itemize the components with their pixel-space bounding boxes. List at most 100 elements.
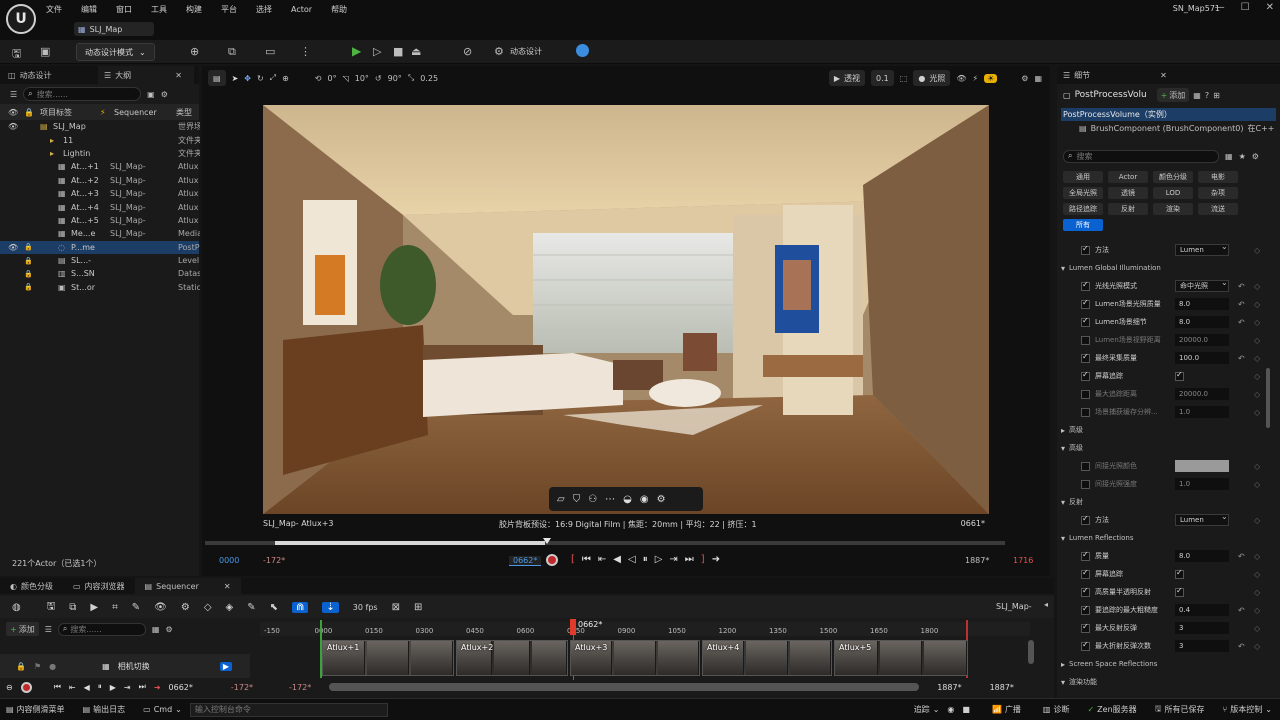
category-button[interactable]: 反射: [1108, 203, 1148, 215]
add-track-button[interactable]: + 添加: [6, 622, 39, 636]
reset-icon[interactable]: ↶: [1238, 606, 1245, 615]
view-end[interactable]: 1887*: [990, 683, 1014, 692]
speed-icon[interactable]: ⤡: [408, 73, 414, 83]
keyframe-icon[interactable]: ◇: [1254, 336, 1260, 345]
category-button[interactable]: 流送: [1198, 203, 1238, 215]
play-reverse-icon[interactable]: ◁: [628, 554, 636, 565]
details-search[interactable]: ⌕ 搜索: [1063, 149, 1219, 163]
fov-icon[interactable]: ↺: [375, 74, 382, 83]
timeline-ruler[interactable]: -150000001500300045006000750090010501200…: [260, 622, 1030, 636]
category-button[interactable]: 电影: [1198, 171, 1238, 183]
filter-icon[interactable]: ☰: [45, 625, 52, 634]
working-start[interactable]: -172*: [289, 683, 311, 692]
stop-icon[interactable]: ■: [962, 705, 970, 714]
outliner-row[interactable]: ▦ At...+4 SLJ_Map- Atlux: [0, 200, 199, 213]
angle-icon[interactable]: ◹: [343, 74, 349, 83]
range-end[interactable]: 1887*: [965, 556, 989, 565]
track-search[interactable]: ⌕ 搜索......: [57, 622, 146, 636]
mode-dropdown[interactable]: 动态设计模式 ⌄: [76, 43, 155, 61]
reset-icon[interactable]: ↶: [1238, 642, 1245, 651]
settings-icon[interactable]: ⚙: [161, 90, 168, 99]
select-icon[interactable]: ➤: [232, 74, 239, 83]
menu-file[interactable]: 文件: [46, 4, 62, 15]
property-value[interactable]: 20000.0: [1175, 334, 1229, 346]
lock-icon[interactable]: 🔒: [24, 270, 33, 278]
add-actor-icon[interactable]: ⊕: [190, 45, 199, 58]
override-checkbox[interactable]: [1081, 514, 1090, 525]
property-value[interactable]: 1.0: [1175, 478, 1229, 490]
minimize-icon[interactable]: —: [1215, 2, 1225, 13]
playback-icon[interactable]: ⚙: [181, 602, 190, 613]
dynamic-design-icon[interactable]: ⚙: [494, 45, 504, 58]
cinematics-icon[interactable]: ▭: [265, 45, 275, 58]
category-button[interactable]: 所有: [1063, 219, 1103, 231]
blueprint-icon[interactable]: ▦: [1193, 91, 1201, 100]
timeline-scrollbar[interactable]: [329, 683, 920, 691]
override-checkbox[interactable]: [1081, 461, 1090, 471]
keyframe-icon[interactable]: ◇: [1254, 552, 1260, 561]
diagnostics-button[interactable]: ▥ 诊断: [1043, 704, 1070, 715]
layout-icon[interactable]: ▦: [1034, 74, 1042, 83]
scene-render[interactable]: ▱ ⛉ ⚇ ⋯ ◒ ◉ ⚙: [263, 105, 989, 514]
visibility-icon[interactable]: 👁: [8, 122, 18, 131]
record-icon[interactable]: [546, 554, 558, 566]
keyframe-icon[interactable]: ◇: [1254, 390, 1260, 399]
category-button[interactable]: 通用: [1063, 171, 1103, 183]
snap-frames-icon[interactable]: ⇣: [322, 601, 339, 613]
outliner-row[interactable]: ▦ At...+2 SLJ_Map- Atlux: [0, 174, 199, 187]
outliner-row[interactable]: ▦ At...+5 SLJ_Map- Atlux: [0, 214, 199, 227]
property-checkbox[interactable]: [1175, 370, 1184, 381]
range-start[interactable]: 0000: [219, 556, 239, 565]
outliner-search[interactable]: ⌕ 搜索......: [23, 87, 142, 101]
lock-icon[interactable]: 🔒: [24, 243, 33, 251]
category-button[interactable]: LOD: [1153, 187, 1193, 199]
zoom-dropdown[interactable]: 0.1: [871, 70, 894, 86]
pilot-icon[interactable]: ◒: [623, 494, 632, 505]
color-swatch[interactable]: [1175, 460, 1229, 472]
cursor-icon[interactable]: ⬉: [270, 602, 278, 613]
shot-section[interactable]: Atlux+2: [456, 640, 568, 676]
fit-icon[interactable]: ⊠: [392, 602, 400, 613]
keyframe-icon[interactable]: ◇: [1254, 300, 1260, 309]
close-icon[interactable]: ✕: [175, 71, 182, 80]
loop-icon[interactable]: ➜: [712, 554, 720, 565]
output-log-button[interactable]: ▤ 输出日志: [83, 704, 126, 715]
next-key-icon[interactable]: ⇥: [669, 554, 677, 565]
category-button[interactable]: 杂项: [1198, 187, 1238, 199]
fps-dropdown[interactable]: 30 fps: [353, 603, 378, 612]
category-button[interactable]: 渲染: [1153, 203, 1193, 215]
snap-icon[interactable]: ⟲: [315, 74, 322, 83]
override-checkbox[interactable]: [1081, 280, 1090, 291]
property-checkbox[interactable]: [1175, 586, 1184, 597]
outliner-row[interactable]: ▸ 11 文件夹: [0, 133, 200, 146]
pause-icon[interactable]: ⏸: [643, 554, 648, 565]
reset-icon[interactable]: ↶: [1238, 318, 1245, 327]
keyframe-icon[interactable]: ◇: [1254, 462, 1260, 471]
close-icon[interactable]: ✕: [1266, 2, 1274, 13]
component-tree-child[interactable]: ▤ BrushComponent (BrushComponent0) 在C++: [1057, 121, 1280, 135]
shot-section[interactable]: Atlux+5: [834, 640, 968, 676]
view-mode-dropdown[interactable]: ▶ 透视: [828, 70, 866, 86]
property-value[interactable]: 20000.0: [1175, 388, 1229, 400]
reset-icon[interactable]: ↶: [1238, 300, 1245, 309]
shot-section[interactable]: Atlux+1: [322, 640, 454, 676]
override-checkbox[interactable]: [1081, 352, 1090, 363]
override-checkbox[interactable]: [1081, 640, 1090, 651]
eye-icon[interactable]: ◉: [640, 494, 649, 505]
viewport-scrubber[interactable]: [205, 538, 1005, 545]
close-icon[interactable]: ✕: [1160, 71, 1167, 80]
outliner-row[interactable]: ▦ At...+3 SLJ_Map- Atlux: [0, 187, 199, 200]
keyframe-icon[interactable]: ◇: [1254, 318, 1260, 327]
property-value[interactable]: 3: [1175, 622, 1229, 634]
override-checkbox[interactable]: [1081, 604, 1090, 615]
tab-dynamic-design[interactable]: ◫ 动态设计: [0, 66, 98, 84]
override-checkbox[interactable]: [1081, 407, 1090, 417]
tab-sequencer[interactable]: ▤ Sequencer ✕: [134, 578, 241, 594]
lock-icon[interactable]: 🔒: [24, 283, 33, 291]
version-control-button[interactable]: ⑂ 版本控制 ⌄: [1222, 704, 1272, 715]
override-checkbox[interactable]: [1081, 316, 1090, 327]
component-icon[interactable]: ⊞: [1213, 91, 1220, 100]
key-icon[interactable]: ✎: [132, 602, 140, 613]
menu-button[interactable]: ▤: [208, 70, 226, 86]
playhead[interactable]: [570, 619, 576, 635]
